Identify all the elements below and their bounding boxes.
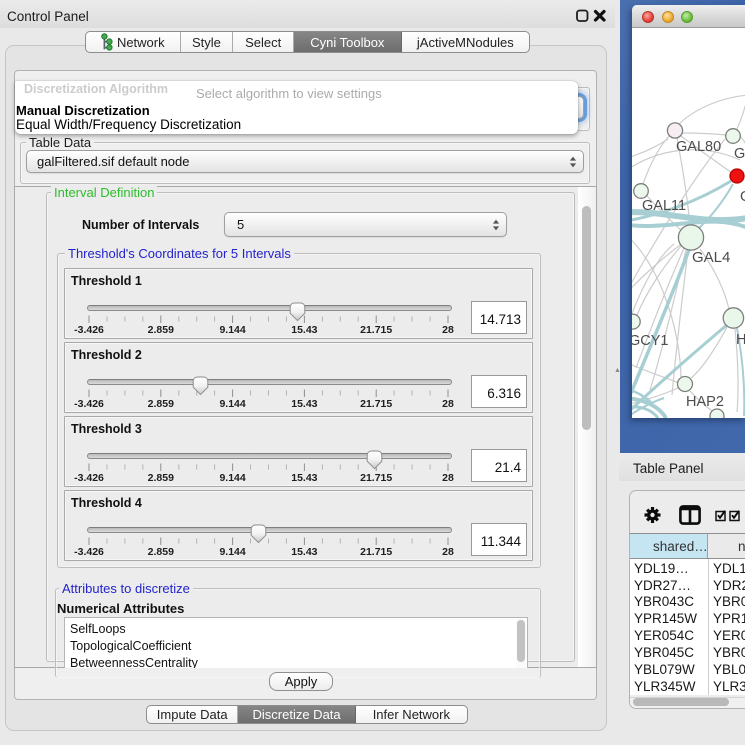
svg-text:GAL4: GAL4 <box>692 249 730 266</box>
svg-text:H: H <box>736 332 745 348</box>
svg-text:GAL11: GAL11 <box>642 198 686 214</box>
svg-text:HAP2: HAP2 <box>686 394 724 410</box>
svg-text:GA: GA <box>734 146 745 162</box>
svg-text:GAL80: GAL80 <box>676 139 721 155</box>
svg-text:G: G <box>740 189 745 205</box>
svg-text:GCY1: GCY1 <box>632 333 669 349</box>
